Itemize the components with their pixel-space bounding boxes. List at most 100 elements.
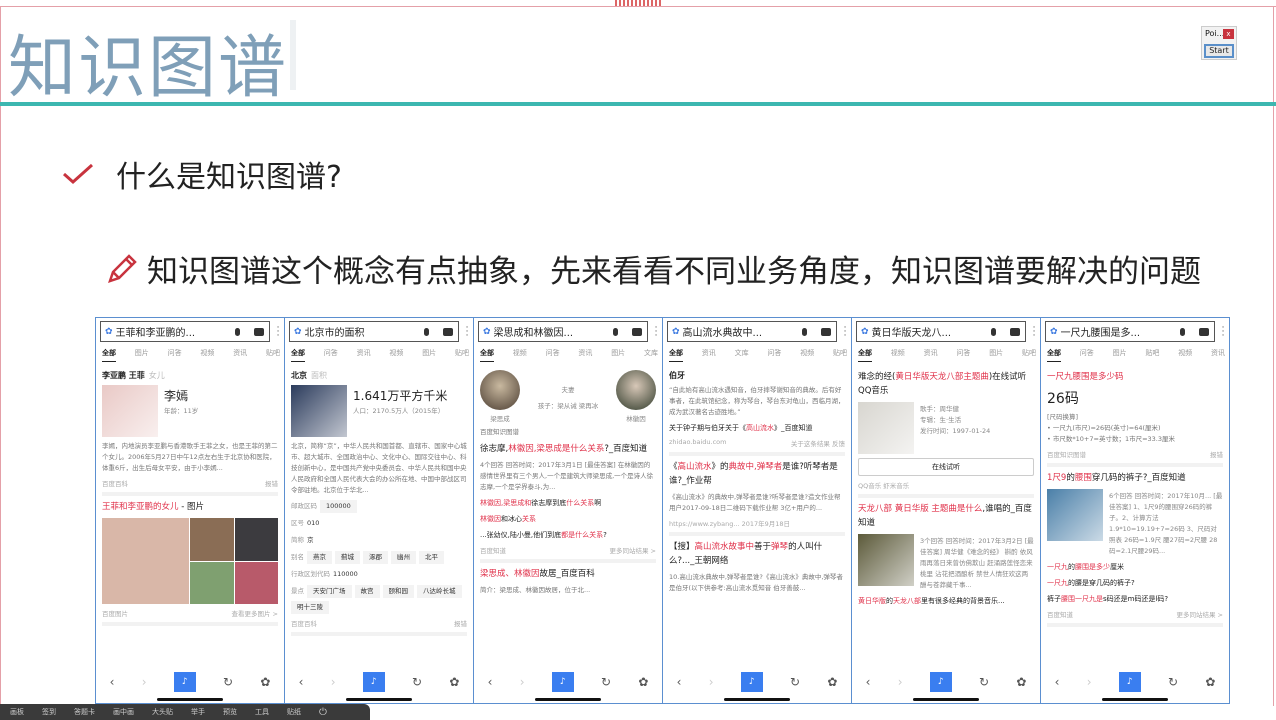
more-link[interactable]: 报错 bbox=[1210, 449, 1223, 459]
tab[interactable]: 全部 bbox=[858, 348, 872, 362]
result-title[interactable]: 一尺九腰围是多少码 bbox=[1047, 370, 1223, 384]
tab[interactable]: 视频 bbox=[800, 348, 814, 362]
tab[interactable]: 问答 bbox=[956, 348, 970, 362]
tab[interactable]: 图片 bbox=[135, 348, 149, 362]
thumbnail[interactable] bbox=[234, 518, 278, 561]
thumbnail[interactable] bbox=[190, 561, 234, 604]
entity-image[interactable] bbox=[858, 402, 914, 454]
toolbar-item[interactable]: 大头贴 bbox=[152, 707, 173, 717]
info-chip[interactable]: 100000 bbox=[320, 500, 357, 513]
power-icon[interactable]: ⏻ bbox=[319, 707, 327, 718]
more-icon[interactable]: · · · bbox=[465, 324, 469, 341]
entity-image[interactable] bbox=[291, 385, 347, 437]
search-query[interactable]: 北京市的面积 bbox=[305, 324, 424, 339]
source-label[interactable]: zhidao.baidu.com bbox=[669, 438, 726, 448]
tab[interactable]: 视频 bbox=[389, 348, 403, 362]
result-title[interactable]: ...张幼仪,陆小曼,他们到底都是什么关系? bbox=[480, 529, 656, 541]
tab[interactable]: 全部 bbox=[291, 348, 305, 362]
search-bar[interactable]: ✿ 梁思成和林徽因... bbox=[478, 321, 648, 342]
tab[interactable]: 资讯 bbox=[1211, 348, 1225, 362]
result-title[interactable]: 黄日华版的天龙八部里有很多经典的背景音乐... bbox=[858, 595, 1034, 607]
result-title[interactable]: 1尺9的腰围穿几码的裤子?_百度知道 bbox=[1047, 471, 1223, 485]
home-indicator[interactable] bbox=[724, 698, 790, 701]
tab[interactable]: 视频 bbox=[200, 348, 214, 362]
tab[interactable]: 文库 bbox=[644, 348, 658, 362]
tab[interactable]: 问答 bbox=[767, 348, 781, 362]
baidu-paw-icon[interactable]: ✿ bbox=[260, 675, 270, 689]
person-right[interactable]: 林徽因 bbox=[615, 370, 656, 423]
more-link[interactable]: 更多同站结果 > bbox=[609, 545, 656, 555]
tab[interactable]: 贴吧 bbox=[455, 348, 469, 362]
tab[interactable]: 视频 bbox=[513, 348, 527, 362]
toolbar-item[interactable]: 举手 bbox=[191, 707, 205, 717]
info-chip[interactable]: 颐和园 bbox=[382, 585, 414, 598]
source-label[interactable]: 百度百科 bbox=[102, 478, 128, 488]
source-label[interactable]: QQ音乐 虾米音乐 bbox=[858, 480, 909, 490]
tab[interactable]: 资讯 bbox=[924, 348, 938, 362]
more-icon[interactable]: · · · bbox=[654, 324, 658, 341]
search-query[interactable]: 王菲和李亚鹏的... bbox=[116, 324, 235, 339]
tab[interactable]: 图片 bbox=[422, 348, 436, 362]
back-icon[interactable]: ‹ bbox=[866, 675, 871, 689]
voice-search-button[interactable]: ♪ bbox=[173, 672, 196, 692]
refresh-icon[interactable]: ↻ bbox=[1168, 675, 1178, 689]
entity-image[interactable] bbox=[1047, 489, 1103, 541]
search-bar[interactable]: ✿ 黄日华版天龙八... bbox=[856, 321, 1026, 342]
refresh-icon[interactable]: ↻ bbox=[601, 675, 611, 689]
tab[interactable]: 图片 bbox=[1113, 348, 1127, 362]
microphone-icon[interactable] bbox=[424, 327, 429, 336]
source-label[interactable]: 百度知道 bbox=[480, 545, 506, 555]
tab[interactable]: 资讯 bbox=[233, 348, 247, 362]
baidu-paw-icon[interactable]: ✿ bbox=[449, 675, 459, 689]
tab[interactable]: 全部 bbox=[669, 348, 683, 362]
refresh-icon[interactable]: ↻ bbox=[412, 675, 422, 689]
forward-icon[interactable]: › bbox=[1087, 675, 1092, 689]
search-bar[interactable]: ✿ 王菲和李亚鹏的... bbox=[100, 321, 270, 342]
forward-icon[interactable]: › bbox=[709, 675, 714, 689]
search-bar[interactable]: ✿ 北京市的面积 bbox=[289, 321, 459, 342]
start-button[interactable]: Start bbox=[1204, 44, 1234, 58]
home-indicator[interactable] bbox=[346, 698, 412, 701]
tab[interactable]: 全部 bbox=[1047, 348, 1061, 362]
toolbar-item[interactable]: 贴纸 bbox=[287, 707, 301, 717]
camera-icon[interactable] bbox=[821, 327, 831, 336]
microphone-icon[interactable] bbox=[613, 327, 618, 336]
voice-search-button[interactable]: ♪ bbox=[740, 672, 763, 692]
tab[interactable]: 文库 bbox=[735, 348, 749, 362]
camera-icon[interactable] bbox=[1199, 327, 1209, 336]
tab[interactable]: 问答 bbox=[1080, 348, 1094, 362]
tab[interactable]: 图片 bbox=[989, 348, 1003, 362]
info-chip[interactable]: 八达岭长城 bbox=[417, 585, 462, 598]
home-indicator[interactable] bbox=[157, 698, 223, 701]
toolbar-item[interactable]: 签到 bbox=[42, 707, 56, 717]
tab[interactable]: 问答 bbox=[546, 348, 560, 362]
thumbnail[interactable] bbox=[234, 561, 278, 604]
camera-icon[interactable] bbox=[443, 327, 453, 336]
tab[interactable]: 贴吧 bbox=[266, 348, 280, 362]
info-chip[interactable]: 蓟城 bbox=[335, 551, 360, 564]
refresh-icon[interactable]: ↻ bbox=[790, 675, 800, 689]
toolbar-item[interactable]: 工具 bbox=[255, 707, 269, 717]
search-query[interactable]: 高山流水典故中... bbox=[683, 324, 802, 339]
result-title[interactable]: 徐志摩,林徽因,梁思成是什么关系?_百度知道 bbox=[480, 442, 656, 456]
home-indicator[interactable] bbox=[535, 698, 601, 701]
tab[interactable]: 贴吧 bbox=[1145, 348, 1159, 362]
more-link[interactable]: 更多同站结果 > bbox=[1176, 609, 1223, 619]
info-chip[interactable]: 故宫 bbox=[354, 585, 380, 598]
baidu-paw-icon[interactable]: ✿ bbox=[638, 675, 648, 689]
voice-search-button[interactable]: ♪ bbox=[1118, 672, 1141, 692]
listen-button[interactable]: 在线试听 bbox=[858, 458, 1034, 476]
home-indicator[interactable] bbox=[913, 698, 979, 701]
more-icon[interactable]: · · · bbox=[1032, 324, 1036, 341]
microphone-icon[interactable] bbox=[1180, 327, 1185, 336]
baidu-paw-icon[interactable]: ✿ bbox=[827, 675, 837, 689]
forward-icon[interactable]: › bbox=[142, 675, 147, 689]
result-title[interactable]: 天龙八部 黄日华版 主题曲是什么,谁唱的_百度知道 bbox=[858, 502, 1034, 530]
thumbnail[interactable] bbox=[190, 518, 234, 561]
source-label[interactable]: 百度百科 bbox=[291, 618, 317, 628]
tab[interactable]: 视频 bbox=[891, 348, 905, 362]
info-chip[interactable]: 涿郡 bbox=[363, 551, 388, 564]
tab[interactable]: 问答 bbox=[324, 348, 338, 362]
search-query[interactable]: 黄日华版天龙八... bbox=[872, 324, 991, 339]
more-link[interactable]: 关于这条结果 反馈 bbox=[791, 438, 845, 448]
